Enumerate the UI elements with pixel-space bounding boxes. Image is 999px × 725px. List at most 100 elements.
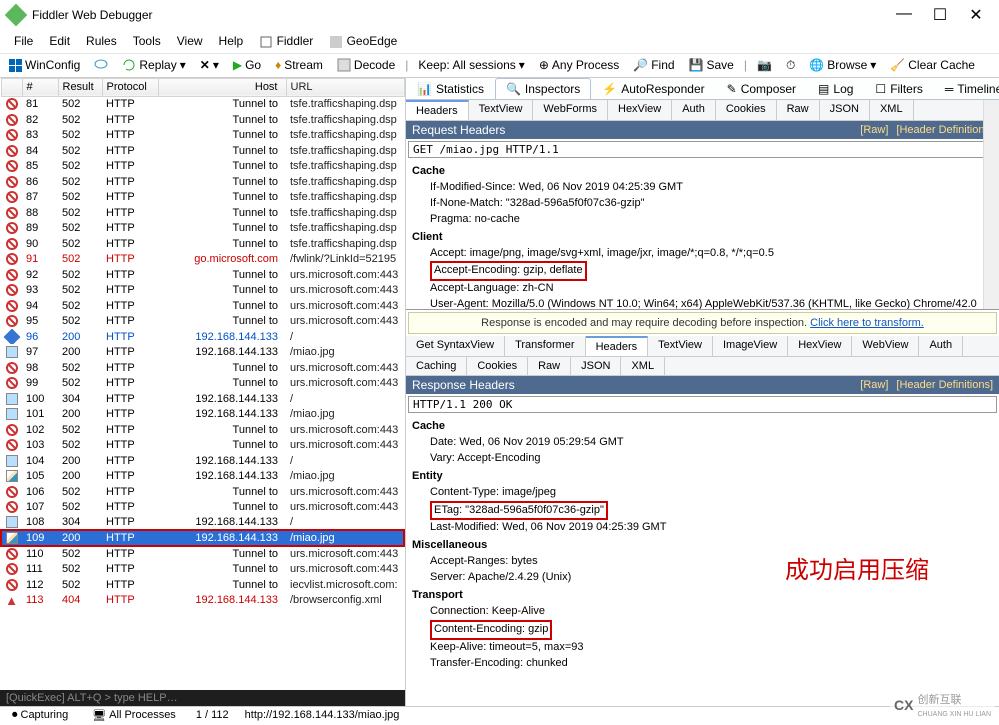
- session-row[interactable]: 89502HTTPTunnel totsfe.trafficshaping.ds…: [1, 220, 404, 236]
- subtab[interactable]: WebView: [852, 336, 919, 356]
- session-row[interactable]: 103502HTTPTunnel tours.microsoft.com:443: [1, 437, 404, 453]
- subtab[interactable]: Caching: [406, 357, 467, 375]
- session-row[interactable]: 87502HTTPTunnel totsfe.trafficshaping.ds…: [1, 189, 404, 205]
- replay-button[interactable]: Replay ▾: [118, 56, 189, 74]
- header-item[interactable]: Pragma: no-cache: [412, 212, 993, 228]
- quickexec-input[interactable]: [QuickExec] ALT+Q > type HELP…: [0, 690, 405, 706]
- any-process-button[interactable]: ⊕Any Process: [535, 56, 623, 74]
- session-row[interactable]: 97200HTTP192.168.144.133/miao.jpg: [1, 344, 404, 360]
- session-row[interactable]: 86502HTTPTunnel totsfe.trafficshaping.ds…: [1, 174, 404, 190]
- keep-dropdown[interactable]: Keep: All sessions ▾: [414, 56, 528, 74]
- decode-banner[interactable]: Response is encoded and may require deco…: [408, 312, 997, 334]
- subtab[interactable]: Auth: [919, 336, 963, 356]
- session-row[interactable]: 101200HTTP192.168.144.133/miao.jpg: [1, 406, 404, 422]
- header-item[interactable]: Accept: image/png, image/svg+xml, image/…: [412, 246, 993, 262]
- browse-button[interactable]: 🌐Browse ▾: [805, 56, 880, 74]
- header-item[interactable]: Accept-Language: zh-CN: [412, 281, 993, 297]
- menu-help[interactable]: Help: [213, 32, 250, 51]
- session-row[interactable]: 95502HTTPTunnel tours.microsoft.com:443: [1, 313, 404, 329]
- subtab[interactable]: Get SyntaxView: [406, 336, 505, 356]
- session-row[interactable]: 106502HTTPTunnel tours.microsoft.com:443: [1, 484, 404, 500]
- session-row[interactable]: 85502HTTPTunnel totsfe.trafficshaping.ds…: [1, 158, 404, 174]
- tab-log[interactable]: ▤Log: [807, 78, 864, 99]
- subtab[interactable]: Headers: [406, 100, 469, 120]
- session-row[interactable]: 91502HTTPgo.microsoft.com/fwlink/?LinkId…: [1, 251, 404, 267]
- header-item[interactable]: User-Agent: Mozilla/5.0 (Windows NT 10.0…: [412, 297, 993, 309]
- raw-link[interactable]: [Raw]: [860, 379, 888, 391]
- column-header[interactable]: Protocol: [102, 78, 158, 96]
- maximize-button[interactable]: ☐: [931, 5, 949, 25]
- session-row[interactable]: 84502HTTPTunnel totsfe.trafficshaping.ds…: [1, 143, 404, 159]
- scrollbar[interactable]: [983, 100, 999, 309]
- subtab[interactable]: JSON: [571, 357, 621, 375]
- session-row[interactable]: 107502HTTPTunnel tours.microsoft.com:443: [1, 499, 404, 515]
- header-item[interactable]: Transfer-Encoding: chunked: [412, 656, 993, 672]
- tab-autoresponder[interactable]: ⚡AutoResponder: [591, 78, 715, 99]
- header-defs-link[interactable]: [Header Definitions]: [896, 379, 993, 391]
- session-row[interactable]: 112502HTTPTunnel toiecvlist.microsoft.co…: [1, 577, 404, 593]
- header-item[interactable]: Connection: Keep-Alive: [412, 604, 993, 620]
- capturing-toggle[interactable]: ⏺ Capturing: [8, 707, 72, 724]
- header-defs-link[interactable]: [Header Definitions]: [896, 124, 993, 136]
- menu-file[interactable]: File: [8, 32, 39, 51]
- subtab[interactable]: ImageView: [713, 336, 788, 356]
- session-row[interactable]: 88502HTTPTunnel totsfe.trafficshaping.ds…: [1, 205, 404, 221]
- header-item[interactable]: Content-Type: image/jpeg: [412, 485, 993, 501]
- session-row[interactable]: 92502HTTPTunnel tours.microsoft.com:443: [1, 267, 404, 283]
- session-row[interactable]: 98502HTTPTunnel tours.microsoft.com:443: [1, 360, 404, 376]
- session-row[interactable]: 99502HTTPTunnel tours.microsoft.com:443: [1, 375, 404, 391]
- go-button[interactable]: ▶Go: [229, 56, 265, 74]
- session-row[interactable]: ▲113404HTTP192.168.144.133/browserconfig…: [1, 592, 404, 608]
- session-row[interactable]: 108304HTTP192.168.144.133/: [1, 515, 404, 531]
- header-item[interactable]: If-None-Match: "328ad-596a5f0f07c36-gzip…: [412, 196, 993, 212]
- camera-button[interactable]: 📷: [753, 56, 776, 74]
- session-row[interactable]: 81502HTTPTunnel totsfe.trafficshaping.ds…: [1, 96, 404, 112]
- tab-inspectors[interactable]: 🔍Inspectors: [495, 78, 591, 99]
- session-row[interactable]: 100304HTTP192.168.144.133/: [1, 391, 404, 407]
- header-item[interactable]: Keep-Alive: timeout=5, max=93: [412, 640, 993, 656]
- subtab[interactable]: HexView: [608, 100, 672, 120]
- subtab[interactable]: WebForms: [533, 100, 608, 120]
- raw-link[interactable]: [Raw]: [860, 124, 888, 136]
- menu-edit[interactable]: Edit: [43, 32, 76, 51]
- column-header[interactable]: Result: [58, 78, 102, 96]
- remove-button[interactable]: ✕ ▾: [196, 56, 223, 74]
- save-button[interactable]: 💾Save: [685, 56, 738, 74]
- header-item[interactable]: Accept-Encoding: gzip, deflate: [412, 261, 993, 281]
- session-row[interactable]: 102502HTTPTunnel tours.microsoft.com:443: [1, 422, 404, 438]
- winconfig-button[interactable]: WinConfig: [4, 56, 84, 74]
- session-row[interactable]: 96200HTTP192.168.144.133/: [1, 329, 404, 345]
- subtab[interactable]: XML: [621, 357, 665, 375]
- subtab[interactable]: HexView: [788, 336, 852, 356]
- column-header[interactable]: #: [22, 78, 58, 96]
- tab-composer[interactable]: ✎Composer: [716, 78, 807, 99]
- close-button[interactable]: ✕: [967, 5, 985, 25]
- clear-cache-button[interactable]: 🧹Clear Cache: [886, 56, 979, 74]
- comment-button[interactable]: [90, 56, 112, 74]
- minimize-button[interactable]: —: [895, 5, 913, 25]
- session-row[interactable]: 105200HTTP192.168.144.133/miao.jpg: [1, 468, 404, 484]
- menu-fiddler[interactable]: Fiddler: [253, 32, 319, 51]
- request-header-tree[interactable]: CacheIf-Modified-Since: Wed, 06 Nov 2019…: [406, 160, 999, 309]
- header-item[interactable]: Date: Wed, 06 Nov 2019 05:29:54 GMT: [412, 435, 993, 451]
- tab-timeline[interactable]: ═Timeline: [934, 78, 999, 99]
- subtab[interactable]: Transformer: [505, 336, 586, 356]
- session-grid[interactable]: #ResultProtocolHostURL 81502HTTPTunnel t…: [0, 78, 405, 690]
- session-row[interactable]: 94502HTTPTunnel tours.microsoft.com:443: [1, 298, 404, 314]
- tab-statistics[interactable]: 📊Statistics: [406, 78, 495, 99]
- menu-tools[interactable]: Tools: [127, 32, 167, 51]
- menu-view[interactable]: View: [171, 32, 209, 51]
- subtab[interactable]: XML: [870, 100, 914, 120]
- subtab[interactable]: Raw: [777, 100, 820, 120]
- subtab[interactable]: Cookies: [467, 357, 528, 375]
- header-item[interactable]: ETag: "328ad-596a5f0f07c36-gzip": [412, 501, 993, 521]
- subtab[interactable]: Cookies: [716, 100, 777, 120]
- session-row[interactable]: 104200HTTP192.168.144.133/: [1, 453, 404, 469]
- find-button[interactable]: 🔎Find: [629, 56, 678, 74]
- stream-button[interactable]: ♦Stream: [271, 56, 327, 74]
- menu-rules[interactable]: Rules: [80, 32, 123, 51]
- session-row[interactable]: 109200HTTP192.168.144.133/miao.jpg: [1, 530, 404, 546]
- session-row[interactable]: 83502HTTPTunnel totsfe.trafficshaping.ds…: [1, 127, 404, 143]
- header-item[interactable]: Vary: Accept-Encoding: [412, 451, 993, 467]
- header-item[interactable]: Content-Encoding: gzip: [412, 620, 993, 640]
